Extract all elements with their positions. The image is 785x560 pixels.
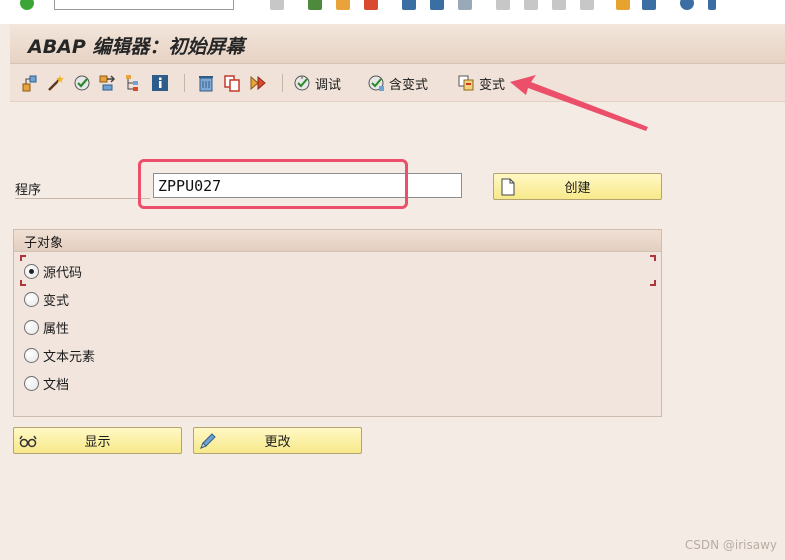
page-title: ABAP 编辑器：初始屏幕: [28, 36, 245, 58]
variant-icon: [458, 75, 474, 91]
help-icon[interactable]: [680, 0, 694, 10]
info-button[interactable]: [150, 72, 170, 94]
glasses-icon: [19, 435, 37, 448]
layout-icon[interactable]: [708, 0, 716, 10]
first-page-icon[interactable]: [496, 0, 510, 10]
radio-variant[interactable]: 变式: [24, 288, 69, 310]
where-used-button[interactable]: [98, 72, 118, 94]
command-field[interactable]: [54, 0, 234, 10]
display-label: 显示: [84, 435, 111, 450]
label-underline: [15, 198, 150, 199]
watermark: CSDN @irisawy: [684, 538, 777, 552]
radio-label: 属性: [43, 321, 70, 337]
object-list-button[interactable]: [124, 72, 144, 94]
info-icon: [152, 75, 168, 91]
next-page-icon[interactable]: [552, 0, 566, 10]
hierarchy-icon: [22, 75, 37, 92]
radio-label: 变式: [43, 293, 70, 309]
toolbar-divider: [0, 14, 785, 24]
radio-button[interactable]: [24, 375, 39, 391]
variant-label: 变式: [479, 77, 506, 93]
delete-button[interactable]: [196, 72, 216, 94]
check-button[interactable]: [72, 72, 92, 94]
toolbar-separator: [184, 74, 185, 92]
display-button[interactable]: 显示: [13, 427, 182, 454]
cancel-icon[interactable]: [364, 0, 378, 10]
other-object-button[interactable]: [20, 72, 40, 94]
application-toolbar: 调试 含变式 变式: [10, 64, 785, 102]
with-variant-label: 含变式: [389, 77, 429, 93]
create-label: 创建: [564, 181, 591, 196]
tree-icon: [126, 75, 138, 91]
radio-label: 源代码: [43, 265, 83, 281]
save-icon[interactable]: [270, 0, 284, 10]
new-document-icon: [501, 178, 515, 196]
last-page-icon[interactable]: [580, 0, 594, 10]
change-button[interactable]: 更改: [193, 427, 362, 454]
radio-text-elements[interactable]: 文本元素: [24, 344, 95, 366]
variant-button[interactable]: 变式: [456, 72, 505, 94]
subobjects-group: 子对象 源代码 变式 属性 文本元素 文档: [13, 229, 662, 417]
enter-icon[interactable]: [20, 0, 34, 10]
rename-icon: [250, 75, 266, 91]
check-icon: [74, 75, 90, 91]
change-label: 更改: [264, 435, 291, 450]
title-bar: ABAP 编辑器：初始屏幕: [10, 24, 785, 64]
shortcut-icon[interactable]: [642, 0, 656, 10]
with-variant-button[interactable]: 含变式: [366, 72, 428, 94]
wizard-button[interactable]: [46, 72, 66, 94]
focus-corner: [650, 280, 656, 286]
trash-icon: [199, 76, 213, 92]
prev-page-icon[interactable]: [524, 0, 538, 10]
system-toolbar: [0, 0, 785, 14]
copy-button[interactable]: [222, 72, 242, 94]
focus-corner: [650, 255, 656, 261]
subobjects-title: 子对象: [14, 230, 661, 252]
magic-wand-icon: [48, 75, 64, 91]
toolbar-separator: [282, 74, 283, 92]
main-area: 程序 创建 子对象 源代码 变式 属性 文本元素 文档: [10, 103, 785, 560]
radio-documentation[interactable]: 文档: [24, 372, 69, 394]
find-next-icon[interactable]: [458, 0, 472, 10]
debug-button[interactable]: 调试: [292, 72, 341, 94]
pencil-icon: [200, 433, 216, 449]
where-used-icon: [99, 75, 116, 91]
exit-icon[interactable]: [336, 0, 350, 10]
radio-attributes[interactable]: 属性: [24, 316, 69, 338]
debug-label: 调试: [315, 77, 342, 93]
radio-button[interactable]: [24, 319, 39, 335]
create-button[interactable]: 创建: [493, 173, 662, 200]
back-icon[interactable]: [308, 0, 322, 10]
radio-label: 文本元素: [43, 349, 96, 365]
new-session-icon[interactable]: [616, 0, 630, 10]
print-icon[interactable]: [402, 0, 416, 10]
execute-variant-icon: [368, 75, 384, 91]
copy-icon: [224, 75, 240, 92]
program-label: 程序: [15, 183, 42, 198]
debug-icon: [294, 75, 310, 91]
find-icon[interactable]: [430, 0, 444, 10]
radio-button[interactable]: [24, 263, 39, 279]
radio-button[interactable]: [24, 347, 39, 363]
radio-source-code[interactable]: 源代码: [24, 260, 82, 282]
radio-button[interactable]: [24, 291, 39, 307]
rename-button[interactable]: [248, 72, 268, 94]
radio-label: 文档: [43, 377, 70, 393]
program-input[interactable]: [153, 173, 462, 198]
